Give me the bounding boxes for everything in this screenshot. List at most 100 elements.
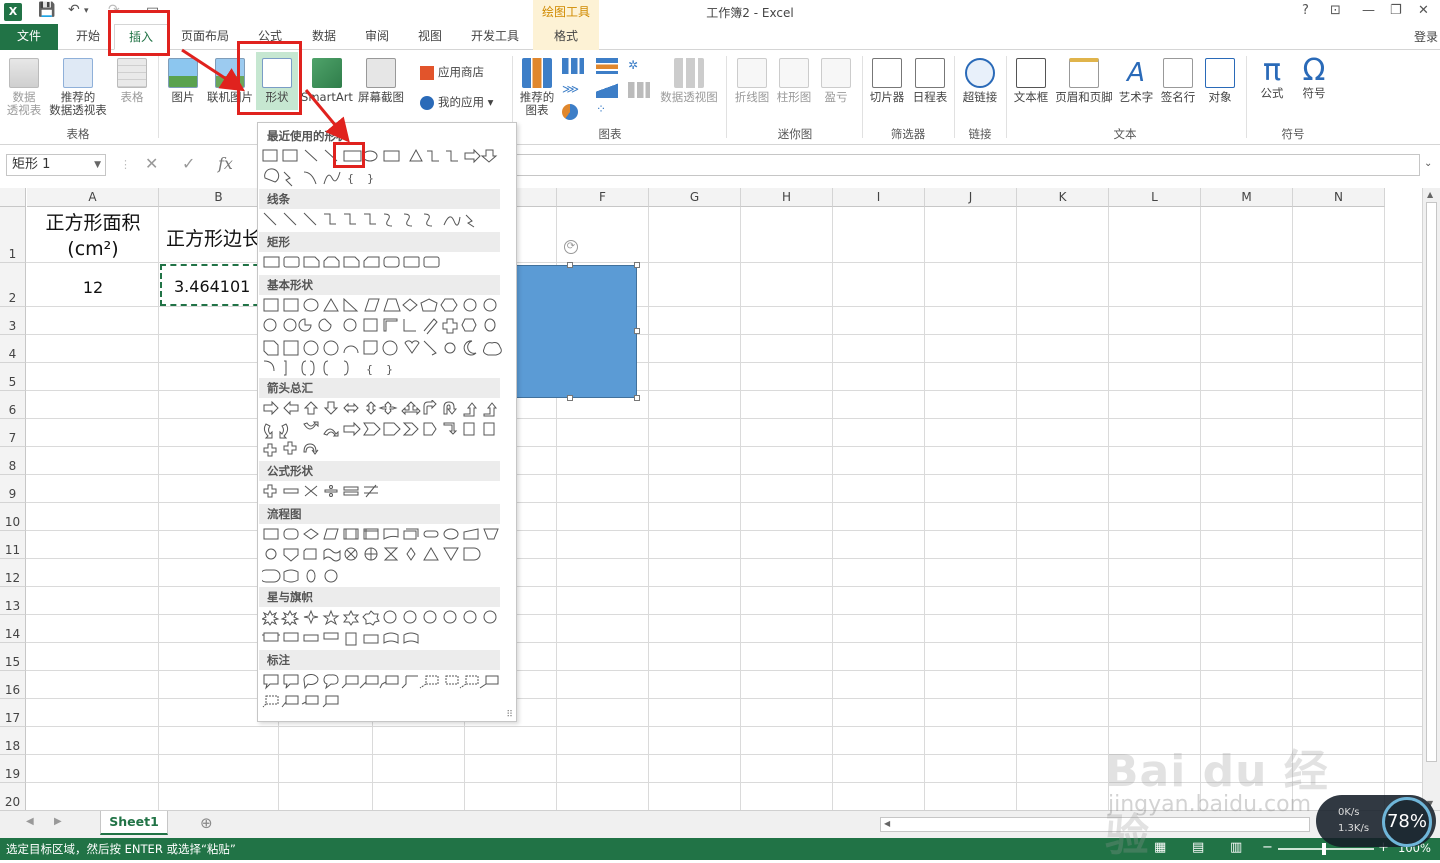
textbox-button[interactable]: 文本框 <box>1010 58 1052 104</box>
row-header-20[interactable]: 20 <box>0 783 26 810</box>
object-button[interactable]: 对象 <box>1200 58 1240 104</box>
column-header-k[interactable]: K <box>1017 188 1109 207</box>
help-button[interactable]: ? <box>1302 3 1309 18</box>
tab-review[interactable]: 审阅 <box>351 24 403 50</box>
column-header-h[interactable]: H <box>741 188 833 207</box>
resize-handle[interactable] <box>634 395 640 401</box>
row-header-6[interactable]: 6 <box>0 391 26 419</box>
save-icon[interactable]: 💾 <box>38 2 55 18</box>
callouts-rows[interactable] <box>262 672 507 708</box>
line-chart-icon[interactable]: ⋙ <box>562 82 584 98</box>
column-header-f[interactable]: F <box>557 188 649 207</box>
flowchart-rows[interactable] <box>262 526 507 583</box>
smartart-button[interactable]: SmartArt <box>300 58 354 104</box>
restore-button[interactable]: ❐ <box>1390 3 1402 18</box>
column-header-n[interactable]: N <box>1293 188 1385 207</box>
pie-chart-icon[interactable] <box>562 104 578 120</box>
timeline-button[interactable]: 日程表 <box>910 58 950 104</box>
undo-dropdown-icon[interactable]: ▾ <box>84 6 89 16</box>
tab-home[interactable]: 开始 <box>62 24 114 50</box>
row-header-14[interactable]: 14 <box>0 615 26 643</box>
tab-view[interactable]: 视图 <box>404 24 456 50</box>
app-store-button[interactable]: 应用商店 <box>420 64 484 80</box>
column-header-l[interactable]: L <box>1109 188 1201 207</box>
new-sheet-button[interactable]: ⊕ <box>200 814 213 832</box>
line-shapes-icons[interactable] <box>262 211 507 229</box>
row-header-19[interactable]: 19 <box>0 755 26 783</box>
lines-row[interactable] <box>262 211 507 229</box>
column-chart-icon[interactable] <box>562 58 584 74</box>
combo-chart-icon[interactable] <box>628 82 650 98</box>
cell-a1[interactable]: 正方形面积 (cm²) <box>27 210 159 262</box>
worksheet-grid[interactable]: ABCDEFGHIJKLMN 1234567891011121314151617… <box>0 188 1422 810</box>
close-button[interactable]: ✕ <box>1418 3 1429 18</box>
resize-handle[interactable] <box>567 395 573 401</box>
row-header-9[interactable]: 9 <box>0 475 26 503</box>
row-header-1[interactable]: 1 <box>0 207 26 263</box>
pivot-chart-button[interactable]: 数据透视图 <box>656 58 722 104</box>
scatter-chart-icon[interactable]: ✲ <box>628 58 650 74</box>
column-header-m[interactable]: M <box>1201 188 1293 207</box>
recommended-charts-button[interactable]: 推荐的 图表 <box>516 58 558 117</box>
resize-handle[interactable] <box>567 262 573 268</box>
sheet-scroll-left-icon[interactable]: ◀ <box>26 816 34 827</box>
tab-format[interactable]: 格式 <box>533 24 599 50</box>
block-arrows-rows[interactable] <box>262 400 507 457</box>
recommended-pivot-button[interactable]: 推荐的 数据透视表 <box>46 58 110 117</box>
pivot-table-button[interactable]: 数据 透视表 <box>4 58 44 117</box>
column-sparkline-button[interactable]: 柱形图 <box>774 58 814 104</box>
minimize-button[interactable]: — <box>1362 3 1375 18</box>
wordart-button[interactable]: A 艺术字 <box>1116 58 1156 104</box>
area-chart-icon[interactable] <box>596 82 618 98</box>
chevron-down-icon[interactable]: ▼ <box>94 155 101 175</box>
resize-handle[interactable] <box>634 328 640 334</box>
stars-rows[interactable] <box>262 609 507 646</box>
rectangle-shape[interactable] <box>506 265 637 398</box>
row-header-10[interactable]: 10 <box>0 503 26 531</box>
sheet-tab-sheet1[interactable]: Sheet1 <box>100 811 168 835</box>
bar-chart-icon[interactable] <box>596 58 618 74</box>
scroll-up-icon[interactable]: ▲ <box>1427 190 1433 199</box>
block-arrow-icons[interactable] <box>262 400 507 460</box>
enter-check-icon[interactable]: ✓ <box>182 154 195 173</box>
row-header-12[interactable]: 12 <box>0 559 26 587</box>
basic-shapes-icons[interactable]: {} <box>262 297 507 377</box>
row-header-8[interactable]: 8 <box>0 447 26 475</box>
row-header-17[interactable]: 17 <box>0 699 26 727</box>
column-header-g[interactable]: G <box>649 188 741 207</box>
equation-shapes-row[interactable] <box>262 483 507 501</box>
formula-input[interactable] <box>514 154 1420 176</box>
row-header-4[interactable]: 4 <box>0 335 26 363</box>
insert-function-button[interactable]: fx <box>218 154 233 173</box>
row-header-5[interactable]: 5 <box>0 363 26 391</box>
rectangles-row[interactable] <box>262 254 507 272</box>
my-apps-button[interactable]: 我的应用 ▾ <box>420 94 493 110</box>
row-header-18[interactable]: 18 <box>0 727 26 755</box>
scroll-left-icon[interactable]: ◀ <box>884 819 890 828</box>
undo-icon[interactable]: ↶ <box>68 2 80 18</box>
normal-view-icon[interactable]: ▦ <box>1154 840 1166 855</box>
column-header-j[interactable]: J <box>925 188 1017 207</box>
row-header-13[interactable]: 13 <box>0 587 26 615</box>
column-header-a[interactable]: A <box>27 188 159 207</box>
page-break-view-icon[interactable]: ▥ <box>1230 840 1242 855</box>
scatter-small-icon[interactable]: ⁘ <box>596 102 618 118</box>
vertical-scrollbar[interactable]: ▲ ▼ <box>1422 188 1440 810</box>
signature-line-button[interactable]: 签名行 <box>1158 58 1198 104</box>
zoom-slider[interactable] <box>1278 843 1374 855</box>
rotate-handle-icon[interactable]: ⟳ <box>564 240 578 254</box>
row-header-11[interactable]: 11 <box>0 531 26 559</box>
star-banner-icons[interactable] <box>262 609 507 649</box>
zoom-out-icon[interactable]: − <box>1262 840 1273 855</box>
tab-page-layout[interactable]: 页面布局 <box>172 24 238 50</box>
picture-button[interactable]: 图片 <box>164 58 202 104</box>
expand-formula-bar-icon[interactable]: ⌄ <box>1424 158 1432 169</box>
row-header-2[interactable]: 2 <box>0 263 26 307</box>
symbol-button[interactable]: Ω 符号 <box>1294 54 1334 100</box>
tab-file[interactable]: 文件 <box>0 24 58 50</box>
header-footer-button[interactable]: 页眉和页脚 <box>1052 58 1116 104</box>
winloss-sparkline-button[interactable]: 盈亏 <box>816 58 856 104</box>
page-layout-view-icon[interactable]: ▤ <box>1192 840 1204 855</box>
flowchart-icons[interactable] <box>262 526 507 586</box>
select-all-corner[interactable] <box>0 188 26 207</box>
